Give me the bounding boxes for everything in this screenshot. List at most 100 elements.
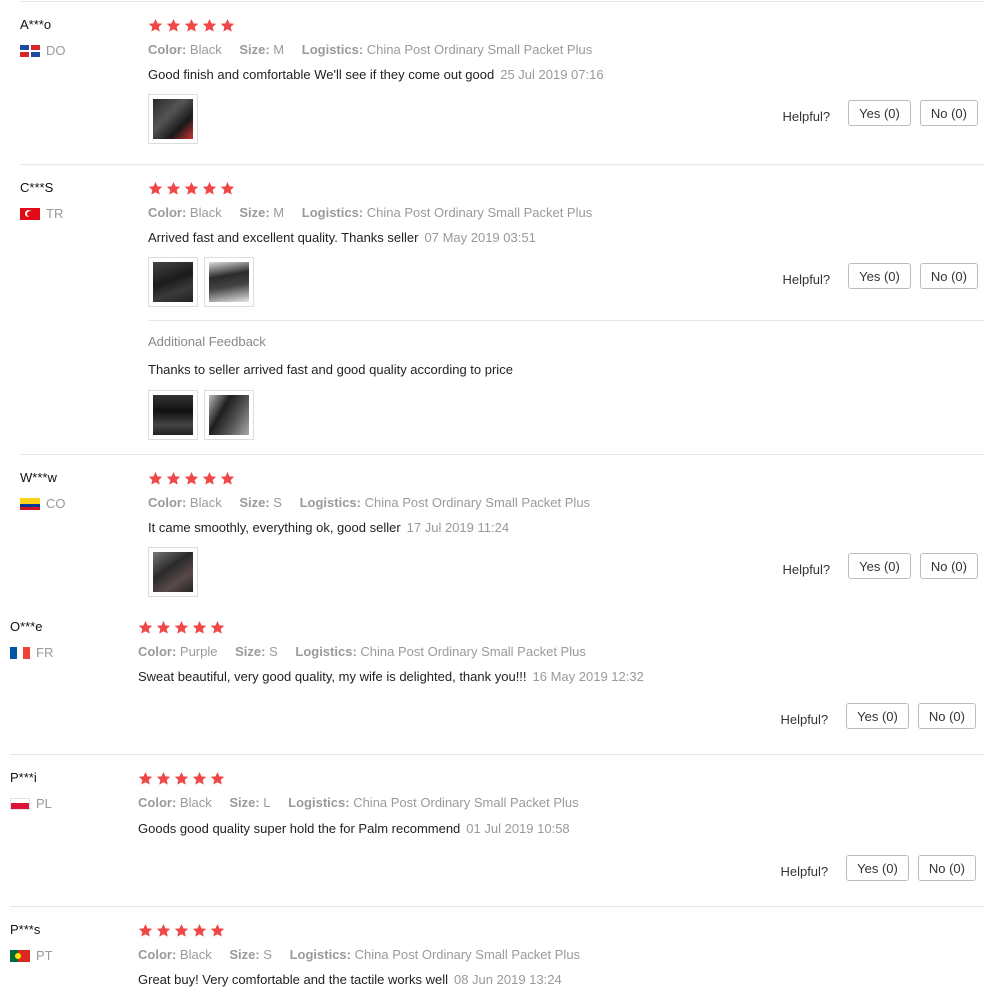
star-icon [166,181,181,195]
logistics-label: Logistics: [299,495,361,510]
color-value: Black [179,795,212,810]
helpful-vote: Helpful? Yes (0) No (0) [782,553,978,579]
logistics-label: Logistics: [289,947,351,962]
logistics-value: China Post Ordinary Small Packet Plus [364,495,591,510]
size-label: Size: [239,42,270,57]
star-icon [138,771,153,785]
review-body: It came smoothly, everything ok, good se… [148,520,401,535]
rating-stars [148,181,235,196]
reviewer-country: TR [20,206,63,221]
star-icon [202,18,217,32]
star-icon [192,771,207,785]
divider [20,164,984,165]
review-photo-thumbnail[interactable] [148,257,198,307]
star-icon [210,771,225,785]
additional-feedback-title: Additional Feedback [148,334,266,349]
rating-stars [148,471,235,486]
star-icon [156,923,171,937]
logistics-value: China Post Ordinary Small Packet Plus [366,42,593,57]
color-label: Color: [138,947,177,962]
country-code: CO [46,496,66,511]
star-icon [210,923,225,937]
star-icon [148,471,163,485]
helpful-vote: Helpful? Yes (0) No (0) [782,100,978,126]
color-label: Color: [138,795,177,810]
reviewer-name: W***w [20,470,57,485]
reviewer-name: P***s [10,922,41,937]
review-photo-thumbnail[interactable] [204,257,254,307]
size-label: Size: [229,947,260,962]
star-icon [166,18,181,32]
reviewer-name: A***o [20,17,52,32]
divider [20,1,984,2]
review-photos [148,547,198,597]
flag-do-icon [20,44,40,57]
size-value: S [273,495,282,510]
star-icon [184,18,199,32]
review-photo-thumbnail[interactable] [148,390,198,440]
helpful-no-button[interactable]: No (0) [917,703,976,729]
size-value: M [273,205,285,220]
size-label: Size: [229,795,260,810]
review-photo-thumbnail[interactable] [148,94,198,144]
helpful-no-button[interactable]: No (0) [919,100,978,126]
helpful-no-button[interactable]: No (0) [919,263,978,289]
flag-co-icon [20,497,40,510]
size-label: Size: [239,495,270,510]
star-icon [148,18,163,32]
order-info: Color: Black Size: M Logistics: China Po… [148,205,592,220]
color-value: Black [189,42,222,57]
color-label: Color: [138,644,177,659]
helpful-yes-button[interactable]: Yes (0) [846,855,909,881]
reviewer-country: CO [20,496,66,511]
star-icon [174,620,189,634]
star-icon [138,620,153,634]
helpful-no-button[interactable]: No (0) [919,553,978,579]
logistics-label: Logistics: [301,42,364,57]
review-photo-thumbnail[interactable] [148,547,198,597]
star-icon [192,923,207,937]
review-date: 08 Jun 2019 13:24 [453,972,562,987]
reviewer-name: P***i [10,770,37,785]
rating-stars [138,923,225,938]
helpful-label: Helpful? [782,108,831,124]
country-code: DO [46,43,66,58]
review-text: Great buy! Very comfortable and the tact… [138,972,562,987]
review-text: Goods good quality super hold the for Pa… [138,821,570,836]
logistics-value: China Post Ordinary Small Packet Plus [366,205,593,220]
review-date: 07 May 2019 03:51 [424,230,536,245]
star-icon [202,471,217,485]
color-value: Purple [179,644,218,659]
size-value: S [269,644,278,659]
divider [148,320,984,321]
star-icon [174,771,189,785]
size-label: Size: [239,205,270,220]
helpful-no-button[interactable]: No (0) [917,855,976,881]
reviewer-name: O***e [10,619,43,634]
review-text: Arrived fast and excellent quality. Than… [148,230,536,245]
divider [20,454,984,455]
logistics-label: Logistics: [288,795,350,810]
helpful-yes-button[interactable]: Yes (0) [846,703,909,729]
rating-stars [138,620,225,635]
logistics-value: China Post Ordinary Small Packet Plus [354,947,581,962]
rating-stars [138,771,225,786]
review-photo-thumbnail[interactable] [204,390,254,440]
reviewer-country: DO [20,43,66,58]
star-icon [202,181,217,195]
logistics-label: Logistics: [301,205,364,220]
size-label: Size: [235,644,266,659]
additional-feedback-text: Thanks to seller arrived fast and good q… [148,362,513,377]
star-icon [220,18,235,32]
helpful-vote: Helpful? Yes (0) No (0) [780,703,976,729]
review-text: It came smoothly, everything ok, good se… [148,520,509,535]
helpful-vote: Helpful? Yes (0) No (0) [782,263,978,289]
reviewer-country: PT [10,948,53,963]
star-icon [220,181,235,195]
helpful-yes-button[interactable]: Yes (0) [848,263,911,289]
helpful-yes-button[interactable]: Yes (0) [848,100,911,126]
helpful-yes-button[interactable]: Yes (0) [848,553,911,579]
helpful-label: Helpful? [780,711,829,727]
review-body: Arrived fast and excellent quality. Than… [148,230,419,245]
color-label: Color: [148,495,187,510]
